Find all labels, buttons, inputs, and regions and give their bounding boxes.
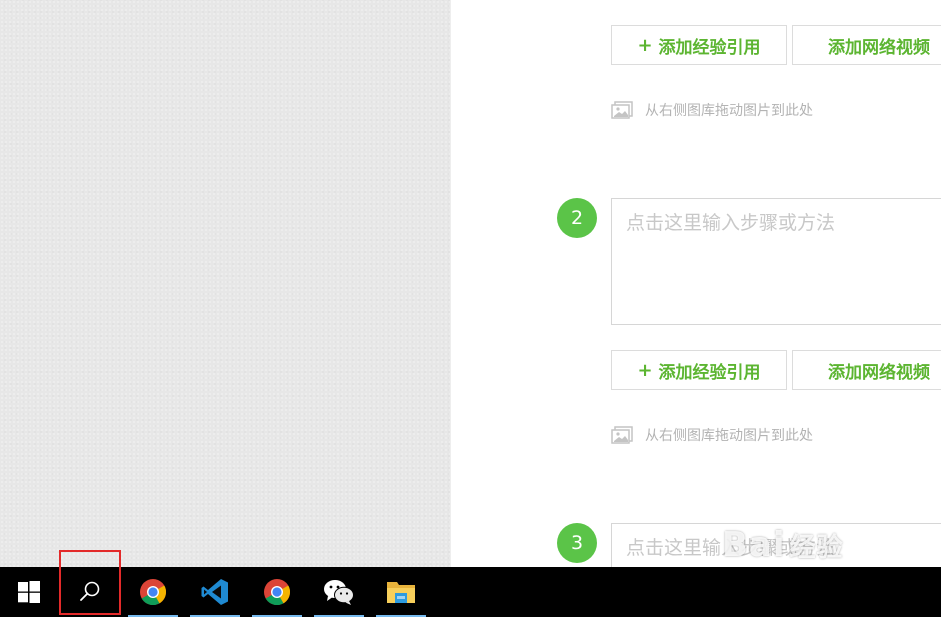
add-reference-label: 添加经验引用 bbox=[658, 362, 761, 383]
step-input[interactable]: 点击这里输入步骤或方法 bbox=[611, 523, 941, 567]
file-explorer-icon bbox=[387, 582, 415, 603]
taskbar-app-file-explorer[interactable] bbox=[376, 567, 426, 617]
add-reference-button[interactable]: + 添加经验引用 bbox=[611, 350, 787, 390]
chrome-icon bbox=[264, 579, 291, 606]
windows-start-icon bbox=[18, 581, 40, 603]
taskbar-app-chrome-2[interactable] bbox=[252, 567, 302, 617]
image-icon bbox=[611, 426, 633, 444]
add-video-label: 添加网络视频 bbox=[828, 362, 930, 383]
add-video-button[interactable]: 添加网络视频 bbox=[792, 25, 941, 65]
add-video-button[interactable]: 添加网络视频 bbox=[792, 350, 941, 390]
step-placeholder: 点击这里输入步骤或方法 bbox=[626, 212, 836, 234]
wechat-icon bbox=[324, 580, 354, 605]
start-button[interactable] bbox=[0, 567, 58, 617]
image-icon bbox=[611, 101, 633, 119]
step-editor: + 添加经验引用 添加网络视频 从右侧图库拖动图片到此处 2 点击这里输入步骤或… bbox=[451, 0, 941, 567]
drop-hint-text: 从右侧图库拖动图片到此处 bbox=[645, 103, 813, 119]
step-number-badge: 2 bbox=[557, 198, 597, 238]
drop-hint-text: 从右侧图库拖动图片到此处 bbox=[645, 428, 813, 444]
step-placeholder: 点击这里输入步骤或方法 bbox=[626, 537, 836, 559]
taskbar-app-vscode[interactable] bbox=[190, 567, 240, 617]
add-video-label: 添加网络视频 bbox=[828, 37, 930, 58]
search-highlight-box bbox=[59, 550, 121, 615]
image-drop-zone[interactable]: 从右侧图库拖动图片到此处 bbox=[611, 423, 813, 447]
windows-taskbar bbox=[0, 567, 941, 617]
step-input[interactable]: 点击这里输入步骤或方法 bbox=[611, 198, 941, 325]
taskbar-app-wechat[interactable] bbox=[314, 567, 364, 617]
plus-icon: + bbox=[637, 34, 653, 56]
image-drop-zone[interactable]: 从右侧图库拖动图片到此处 bbox=[611, 98, 813, 122]
step-number-badge: 3 bbox=[557, 523, 597, 563]
chrome-icon bbox=[140, 579, 167, 606]
taskbar-app-chrome[interactable] bbox=[128, 567, 178, 617]
add-reference-button[interactable]: + 添加经验引用 bbox=[611, 25, 787, 65]
add-reference-label: 添加经验引用 bbox=[658, 37, 761, 58]
plus-icon: + bbox=[637, 359, 653, 381]
left-panel bbox=[0, 0, 450, 567]
vscode-icon bbox=[201, 579, 228, 605]
